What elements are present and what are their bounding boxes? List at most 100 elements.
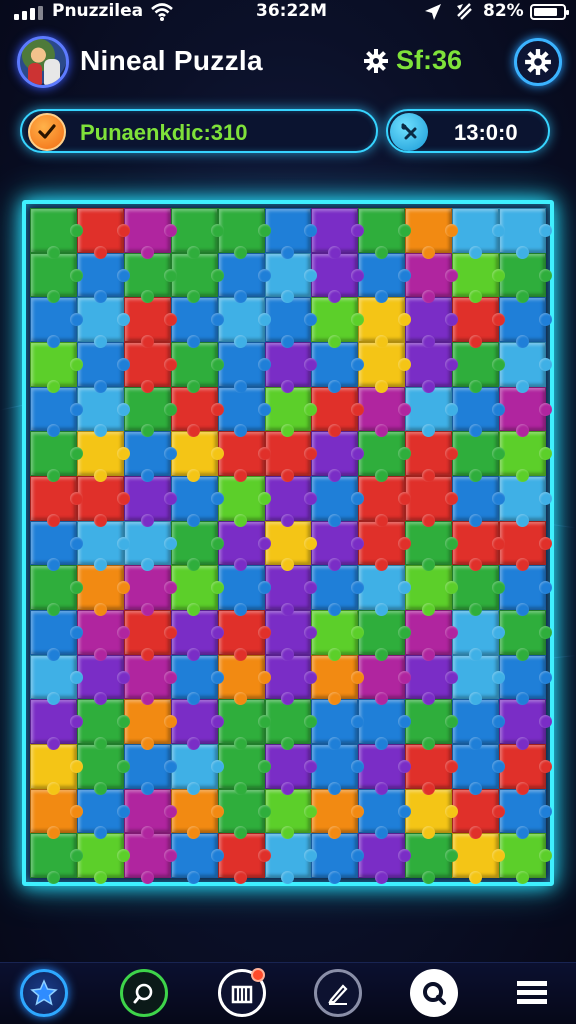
puzzle-piece[interactable] (311, 297, 365, 348)
puzzle-piece[interactable] (76, 565, 130, 616)
nav-star-button[interactable] (20, 969, 68, 1017)
puzzle-piece[interactable] (30, 252, 83, 303)
puzzle-piece[interactable] (264, 252, 318, 303)
puzzle-piece[interactable] (170, 252, 224, 303)
puzzle-piece[interactable] (311, 252, 365, 303)
puzzle-piece[interactable] (264, 431, 318, 482)
puzzle-piece[interactable] (30, 342, 83, 393)
puzzle-piece[interactable] (452, 565, 505, 616)
puzzle-piece[interactable] (499, 476, 552, 527)
puzzle-piece[interactable] (311, 386, 365, 437)
puzzle-piece[interactable] (499, 610, 552, 661)
puzzle-piece[interactable] (452, 788, 505, 839)
puzzle-piece[interactable] (30, 431, 83, 482)
puzzle-piece[interactable] (452, 386, 505, 437)
puzzle-piece[interactable] (311, 565, 365, 616)
puzzle-piece[interactable] (170, 431, 224, 482)
puzzle-piece[interactable] (264, 208, 318, 259)
puzzle-piece[interactable] (311, 654, 365, 705)
puzzle-piece[interactable] (76, 431, 130, 482)
puzzle-piece[interactable] (405, 699, 459, 750)
puzzle-piece[interactable] (123, 342, 177, 393)
puzzle-piece[interactable] (264, 833, 318, 884)
puzzle-piece[interactable] (499, 565, 552, 616)
puzzle-piece[interactable] (170, 476, 224, 527)
puzzle-piece[interactable] (264, 699, 318, 750)
puzzle-piece[interactable] (123, 386, 177, 437)
puzzle-piece[interactable] (170, 833, 224, 884)
puzzle-piece[interactable] (405, 520, 459, 571)
puzzle-piece[interactable] (217, 386, 271, 437)
puzzle-board[interactable] (22, 200, 554, 886)
puzzle-piece[interactable] (76, 297, 130, 348)
puzzle-piece[interactable] (170, 744, 224, 795)
puzzle-piece[interactable] (30, 654, 83, 705)
puzzle-piece[interactable] (123, 252, 177, 303)
puzzle-piece[interactable] (358, 208, 412, 259)
puzzle-piece[interactable] (452, 476, 505, 527)
puzzle-piece[interactable] (358, 565, 412, 616)
puzzle-piece[interactable] (405, 654, 459, 705)
puzzle-piece[interactable] (358, 744, 412, 795)
puzzle-piece[interactable] (452, 342, 505, 393)
puzzle-piece[interactable] (217, 297, 271, 348)
puzzle-piece[interactable] (76, 744, 130, 795)
puzzle-piece[interactable] (30, 520, 83, 571)
puzzle-piece[interactable] (170, 297, 224, 348)
puzzle-piece[interactable] (30, 699, 83, 750)
puzzle-piece[interactable] (452, 833, 505, 884)
timer-pill[interactable]: 13:0:0 (386, 109, 550, 153)
puzzle-piece[interactable] (405, 476, 459, 527)
puzzle-piece[interactable] (452, 520, 505, 571)
puzzle-piece[interactable] (123, 565, 177, 616)
puzzle-piece[interactable] (499, 744, 552, 795)
puzzle-piece[interactable] (358, 699, 412, 750)
puzzle-piece[interactable] (264, 297, 318, 348)
puzzle-piece[interactable] (405, 386, 459, 437)
puzzle-piece[interactable] (452, 297, 505, 348)
puzzle-piece[interactable] (217, 520, 271, 571)
puzzle-piece[interactable] (30, 788, 83, 839)
puzzle-piece[interactable] (452, 252, 505, 303)
puzzle-piece[interactable] (170, 699, 224, 750)
puzzle-piece[interactable] (30, 744, 83, 795)
puzzle-piece[interactable] (217, 476, 271, 527)
puzzle-piece[interactable] (123, 431, 177, 482)
puzzle-piece[interactable] (170, 788, 224, 839)
puzzle-piece[interactable] (170, 610, 224, 661)
puzzle-piece[interactable] (123, 699, 177, 750)
puzzle-piece[interactable] (405, 833, 459, 884)
puzzle-piece[interactable] (76, 342, 130, 393)
puzzle-piece[interactable] (358, 476, 412, 527)
puzzle-piece[interactable] (358, 788, 412, 839)
puzzle-piece[interactable] (264, 476, 318, 527)
puzzle-piece[interactable] (30, 476, 83, 527)
puzzle-piece[interactable] (217, 699, 271, 750)
puzzle-piece[interactable] (264, 520, 318, 571)
puzzle-piece[interactable] (311, 744, 365, 795)
puzzle-piece[interactable] (264, 654, 318, 705)
puzzle-piece[interactable] (499, 699, 552, 750)
puzzle-piece[interactable] (264, 342, 318, 393)
puzzle-piece[interactable] (311, 833, 365, 884)
puzzle-piece[interactable] (358, 252, 412, 303)
puzzle-piece[interactable] (358, 833, 412, 884)
puzzle-piece[interactable] (452, 654, 505, 705)
puzzle-piece[interactable] (30, 208, 83, 259)
puzzle-piece[interactable] (76, 699, 130, 750)
puzzle-piece[interactable] (499, 386, 552, 437)
puzzle-piece[interactable] (499, 520, 552, 571)
puzzle-piece[interactable] (358, 654, 412, 705)
puzzle-piece[interactable] (76, 520, 130, 571)
puzzle-piece[interactable] (405, 208, 459, 259)
puzzle-piece[interactable] (499, 431, 552, 482)
puzzle-piece[interactable] (452, 699, 505, 750)
timer-button[interactable] (390, 113, 428, 151)
puzzle-piece[interactable] (217, 342, 271, 393)
puzzle-piece[interactable] (217, 610, 271, 661)
puzzle-piece[interactable] (76, 654, 130, 705)
puzzle-piece[interactable] (170, 342, 224, 393)
puzzle-piece[interactable] (217, 654, 271, 705)
puzzle-piece[interactable] (30, 565, 83, 616)
puzzle-piece[interactable] (264, 386, 318, 437)
